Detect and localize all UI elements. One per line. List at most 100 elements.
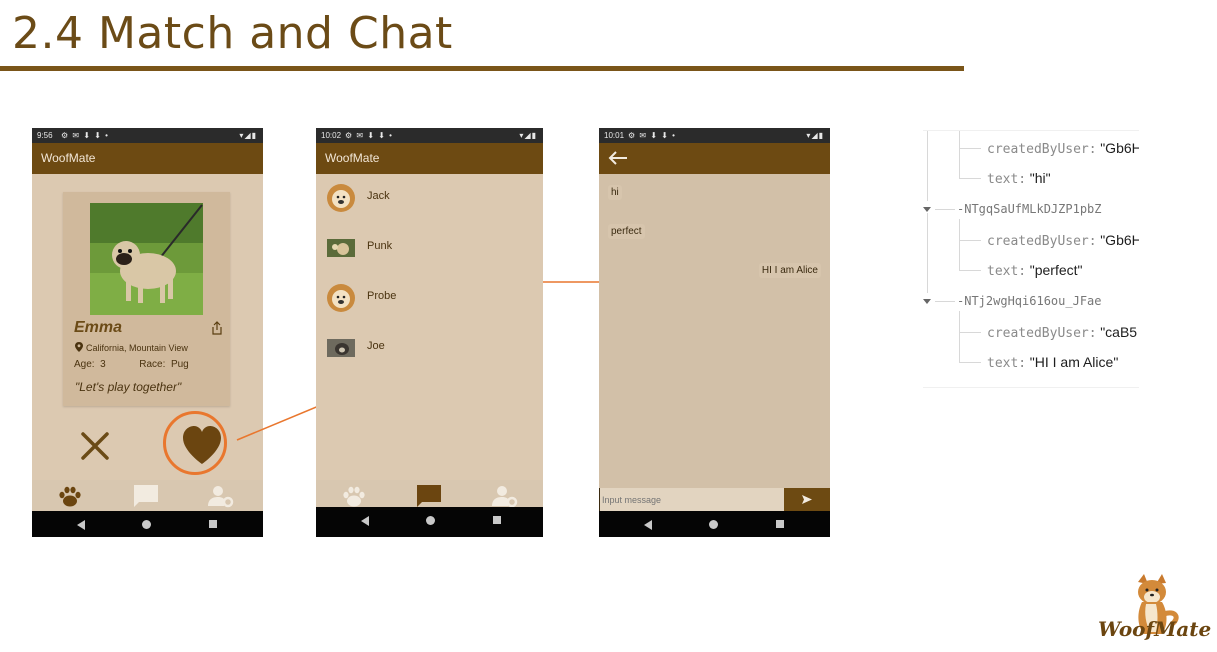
expand-caret-icon[interactable] — [923, 299, 931, 304]
app-bar: WoofMate — [316, 143, 543, 174]
status-bar: 10:01 ⚙ ✉ ⬇ ⬇ • ▾◢▮ — [599, 128, 830, 143]
slide-title: 2.4 Match and Chat — [12, 8, 453, 59]
message-sent: HI I am Alice — [758, 263, 821, 278]
chat-icon[interactable] — [416, 484, 442, 508]
dislike-x-icon[interactable] — [80, 431, 110, 461]
paw-icon[interactable] — [341, 484, 367, 508]
app-bar: WoofMate — [32, 143, 263, 174]
db-value: "perfect" — [1029, 262, 1083, 278]
status-signal-icons: ▾◢▮ — [519, 131, 537, 140]
status-bar: 10:02 ⚙ ✉ ⬇ ⬇ • ▾◢▮ — [316, 128, 543, 143]
nav-recents-icon[interactable] — [493, 516, 501, 524]
pet-age-race: Age: 3 Race: Pug — [74, 359, 189, 370]
race-label: Race: — [139, 359, 166, 370]
app-bar — [599, 143, 830, 174]
chat-messages: hi perfect HI I am Alice — [599, 174, 830, 488]
nav-back-icon[interactable] — [644, 520, 652, 530]
avatar — [327, 284, 355, 312]
user-settings-icon[interactable] — [492, 484, 518, 508]
db-field: createdByUser: "Gb6H — [987, 137, 1139, 159]
phone-chat-screen: 10:01 ⚙ ✉ ⬇ ⬇ • ▾◢▮ hi perfect HI I am A… — [599, 128, 830, 537]
expand-caret-icon[interactable] — [923, 207, 931, 212]
share-icon[interactable] — [211, 321, 223, 335]
app-title: WoofMate — [325, 151, 380, 165]
db-field: createdByUser: "Gb6H — [987, 229, 1139, 251]
tree-line — [959, 362, 981, 363]
match-item[interactable]: Probe — [316, 276, 543, 320]
db-key: createdByUser: — [987, 142, 1097, 157]
user-settings-icon[interactable] — [208, 484, 234, 508]
status-icons: ⚙ ✉ ⬇ ⬇ • — [628, 131, 676, 140]
db-node[interactable]: -NTgqSaUfMLkDJZP1pbZ — [957, 198, 1102, 220]
match-item[interactable]: Jack — [316, 176, 543, 220]
send-button[interactable] — [784, 488, 830, 511]
pet-profile-card[interactable]: Emma California, Mountain View Age: 3 Ra… — [63, 192, 230, 406]
db-node-id: -NTj2wgHqi616ou_JFae — [957, 294, 1102, 308]
db-key: createdByUser: — [987, 234, 1097, 249]
nav-back-icon[interactable] — [77, 520, 85, 530]
database-tree: createdByUser: "Gb6H text: "hi" -NTgqSaU… — [923, 130, 1139, 388]
tree-line — [959, 219, 960, 271]
age-label: Age: — [74, 359, 95, 370]
status-time: 10:01 — [604, 131, 625, 140]
tree-line — [959, 148, 981, 149]
chat-icon[interactable] — [133, 484, 159, 508]
message-input-bar — [599, 488, 830, 511]
db-value: "caB5 — [1100, 324, 1138, 340]
bottom-tab-bar — [32, 480, 263, 511]
android-nav-bar — [316, 507, 543, 537]
location-text: California, Mountain View — [86, 343, 188, 353]
app-title: WoofMate — [41, 151, 96, 165]
title-rule — [0, 66, 964, 71]
heart-highlight-circle — [163, 411, 227, 475]
match-item[interactable]: Joe — [316, 326, 543, 370]
woofmate-logo: WoofMate — [1098, 574, 1211, 641]
pet-quote: "Let's play together" — [75, 380, 182, 394]
db-field: text: "perfect" — [987, 259, 1083, 281]
tree-line — [927, 213, 928, 293]
nav-recents-icon[interactable] — [776, 520, 784, 528]
status-bar: 9:56 ⚙ ✉ ⬇ ⬇ • ▾◢▮ — [32, 128, 263, 143]
send-icon — [802, 495, 812, 504]
db-key: text: — [987, 356, 1027, 371]
status-signal-icons: ▾◢▮ — [806, 131, 824, 140]
tree-line — [959, 311, 960, 363]
message-input[interactable] — [599, 488, 782, 511]
match-name: Joe — [367, 340, 385, 352]
avatar — [327, 239, 355, 257]
nav-home-icon[interactable] — [426, 516, 435, 525]
match-name: Probe — [367, 290, 397, 302]
android-nav-bar — [599, 511, 830, 537]
db-value: "Gb6H — [1100, 232, 1139, 248]
avatar — [327, 339, 355, 357]
nav-home-icon[interactable] — [709, 520, 718, 529]
status-time: 10:02 — [321, 131, 342, 140]
back-arrow-icon[interactable] — [608, 151, 628, 165]
db-key: text: — [987, 264, 1027, 279]
nav-home-icon[interactable] — [142, 520, 151, 529]
status-icons: ⚙ ✉ ⬇ ⬇ • — [345, 131, 393, 140]
db-key: createdByUser: — [987, 326, 1097, 341]
paw-icon[interactable] — [57, 484, 83, 508]
nav-recents-icon[interactable] — [209, 520, 217, 528]
match-item[interactable]: Punk — [316, 226, 543, 270]
nav-back-icon[interactable] — [361, 516, 369, 526]
db-value: "hi" — [1029, 170, 1051, 186]
pet-photo — [90, 203, 203, 315]
tree-line — [927, 131, 928, 201]
location-pin-icon — [75, 342, 83, 352]
pet-location: California, Mountain View — [75, 342, 188, 353]
avatar — [327, 184, 355, 212]
tree-line — [959, 332, 981, 333]
db-node[interactable]: -NTj2wgHqi616ou_JFae — [957, 290, 1102, 312]
match-name: Punk — [367, 240, 393, 252]
android-nav-bar — [32, 511, 263, 537]
race-value: Pug — [170, 359, 189, 370]
tree-line — [935, 301, 955, 302]
db-node-id: -NTgqSaUfMLkDJZP1pbZ — [957, 202, 1102, 216]
db-value: "HI I am Alice" — [1029, 354, 1119, 370]
svg-text:WoofMate: WoofMate — [1098, 617, 1211, 641]
db-field: createdByUser: "caB5 — [987, 321, 1137, 343]
age-value: 3 — [100, 359, 106, 370]
phone-matches-screen: 10:02 ⚙ ✉ ⬇ ⬇ • ▾◢▮ WoofMate Jack Punk P… — [316, 128, 543, 537]
